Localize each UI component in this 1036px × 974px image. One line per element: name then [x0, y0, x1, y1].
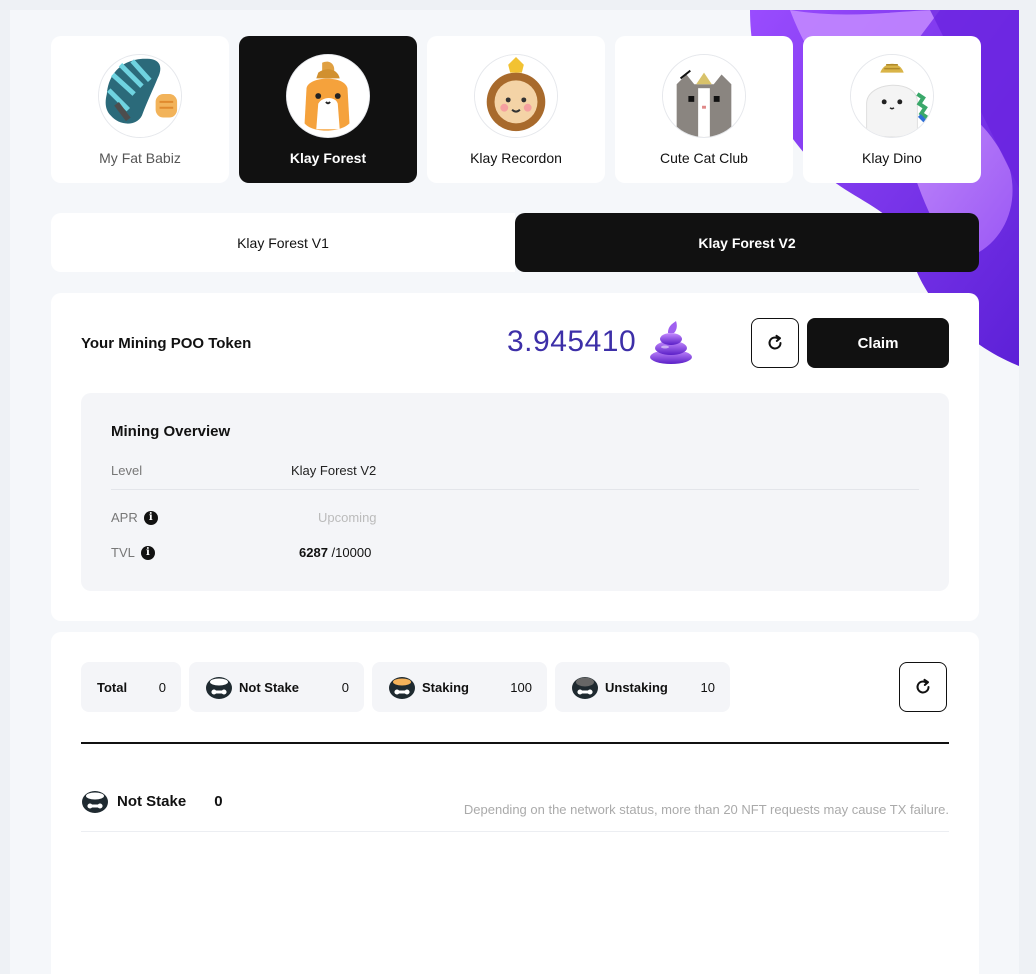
claim-button[interactable]: Claim	[807, 318, 949, 368]
level-label: Level	[111, 463, 142, 478]
apr-value: Upcoming	[318, 510, 377, 525]
collection-name: Klay Dino	[862, 150, 922, 166]
overview-divider	[111, 489, 919, 490]
chip-count: 0	[341, 679, 349, 695]
refresh-icon	[916, 678, 930, 694]
row-divider	[81, 831, 949, 832]
klay-dino-avatar	[850, 54, 934, 138]
collection-name: My Fat Babiz	[99, 150, 181, 166]
chip-label: Total	[97, 679, 128, 695]
refresh-icon	[768, 334, 782, 350]
chip-count: 0	[158, 679, 166, 695]
tab-klay-forest-v2[interactable]: Klay Forest V2	[515, 213, 979, 272]
section-divider	[81, 742, 949, 744]
tvl-label-text: TVL	[111, 545, 135, 560]
refresh-mining-button[interactable]	[751, 318, 799, 368]
filter-chip-staking[interactable]: Staking 100	[372, 662, 547, 712]
nft-not-stake-icon	[206, 677, 232, 699]
mining-overview: Mining Overview Level Klay Forest V2 APR…	[81, 393, 949, 591]
info-icon[interactable]: i	[140, 545, 155, 560]
chip-count: 10	[700, 679, 715, 695]
mining-token-amount: 3.945410	[507, 325, 637, 358]
my-fat-babiz-avatar	[98, 54, 182, 138]
not-stake-count: 0	[214, 792, 223, 810]
tvl-label: TVL i	[111, 545, 155, 560]
mining-token-label: Your Mining POO Token	[81, 335, 252, 352]
chip-count: 100	[510, 679, 532, 695]
tvl-current: 6287	[299, 545, 328, 560]
collection-card-my-fat-babiz[interactable]: My Fat Babiz	[51, 36, 229, 183]
apr-label: APR i	[111, 510, 158, 525]
chip-label: Not Stake	[239, 679, 299, 695]
collection-name: Cute Cat Club	[660, 150, 748, 166]
collection-list: My Fat Babiz Klay Forest Klay Recordon C…	[51, 36, 981, 183]
info-icon[interactable]: i	[143, 510, 158, 525]
collection-name: Klay Forest	[289, 150, 367, 166]
filter-chip-unstaking[interactable]: Unstaking 10	[555, 662, 730, 712]
network-notice: Depending on the network status, more th…	[463, 802, 949, 817]
collection-card-klay-forest[interactable]: Klay Forest	[239, 36, 417, 183]
level-value: Klay Forest V2	[291, 463, 377, 478]
cute-cat-club-avatar	[662, 54, 746, 138]
nft-staking-icon	[389, 677, 415, 699]
tvl-max: /10000	[331, 545, 372, 560]
staking-panel: Total 0 Not Stake 0 Staking 100 Unstakin…	[51, 632, 979, 974]
klay-recordon-avatar	[474, 54, 558, 138]
level-label-text: Level	[111, 463, 143, 478]
not-stake-label: Not Stake	[117, 792, 187, 810]
apr-label-text: APR	[111, 510, 138, 525]
collection-card-cute-cat-club[interactable]: Cute Cat Club	[615, 36, 793, 183]
klay-forest-avatar	[286, 54, 370, 138]
mining-panel: Your Mining POO Token 3.945410 Claim Min…	[51, 293, 979, 621]
refresh-staking-button[interactable]	[899, 662, 947, 712]
filter-chip-not-stake[interactable]: Not Stake 0	[189, 662, 364, 712]
not-stake-section-header: Not Stake 0	[81, 788, 223, 814]
collection-name: Klay Recordon	[470, 150, 562, 166]
nft-unstaking-icon	[572, 677, 598, 699]
filter-chip-total[interactable]: Total 0	[81, 662, 181, 712]
collection-card-klay-dino[interactable]: Klay Dino	[803, 36, 981, 183]
chip-label: Staking	[422, 679, 469, 695]
tab-klay-forest-v1[interactable]: Klay Forest V1	[51, 213, 515, 272]
mining-overview-title: Mining Overview	[111, 423, 231, 440]
nft-not-stake-icon	[82, 791, 108, 813]
tvl-value: 6287 /10000	[299, 545, 371, 560]
version-tabs: Klay Forest V1 Klay Forest V2	[51, 213, 979, 272]
collection-card-klay-recordon[interactable]: Klay Recordon	[427, 36, 605, 183]
chip-label: Unstaking	[605, 679, 668, 695]
poo-token-icon	[650, 321, 692, 364]
page: My Fat Babiz Klay Forest Klay Recordon C…	[10, 10, 1019, 974]
